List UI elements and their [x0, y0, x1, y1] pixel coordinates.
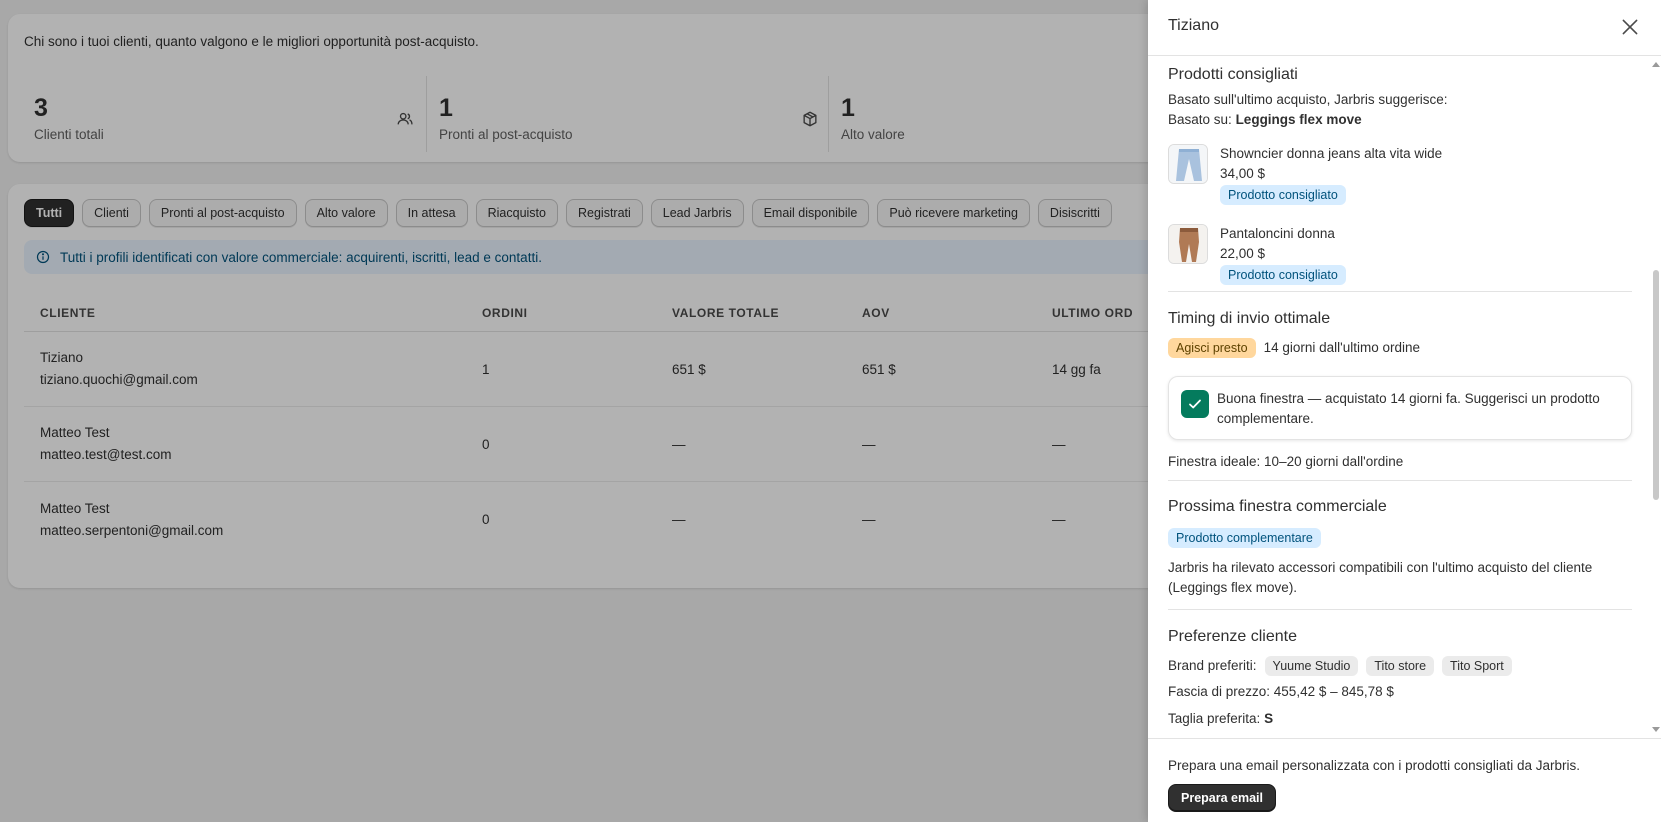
- shorts-image: [1169, 225, 1207, 263]
- preferences-heading: Preferenze cliente: [1168, 628, 1297, 645]
- customer-detail-drawer: Tiziano Prodotti consigliati Basato sull…: [1148, 0, 1661, 822]
- brand-tag: Yuume Studio: [1264, 656, 1359, 676]
- product-thumbnail: [1168, 224, 1208, 264]
- timing-card-text: Buona finestra — acquistato 14 giorni fa…: [1217, 391, 1600, 426]
- price-range: Fascia di prezzo: 455,42 $ – 845,78 $: [1168, 684, 1394, 699]
- recommended-section: Prodotti consigliati Basato sull'ultimo …: [1168, 66, 1632, 130]
- drawer-body[interactable]: Prodotti consigliati Basato sull'ultimo …: [1148, 56, 1661, 738]
- drawer-footer: Prepara una email personalizzata con i p…: [1148, 738, 1661, 822]
- brand-tag: Tito store: [1366, 656, 1435, 676]
- drawer-title: Tiziano: [1168, 17, 1219, 34]
- section-divider: [1168, 291, 1632, 292]
- recommended-subtitle: Basato sull'ultimo acquisto, Jarbris sug…: [1168, 92, 1448, 107]
- product-name: Showncier donna jeans alta vita wide: [1220, 146, 1443, 161]
- scroll-up-arrow[interactable]: [1652, 62, 1660, 67]
- close-icon[interactable]: [1619, 16, 1641, 38]
- timing-heading: Timing di invio ottimale: [1168, 310, 1331, 327]
- size-label: Taglia preferita:: [1168, 711, 1261, 726]
- section-divider: [1168, 480, 1632, 481]
- next-window-badge: Prodotto complementare: [1168, 528, 1321, 548]
- prepare-email-button[interactable]: Prepara email: [1168, 784, 1276, 812]
- ideal-window: Finestra ideale: 10–20 giorni dall'ordin…: [1168, 454, 1404, 469]
- preferences-section: Preferenze cliente Brand preferiti: Yuum…: [1168, 628, 1632, 729]
- size-value: S: [1264, 711, 1274, 726]
- based-on-value: Leggings flex move: [1235, 112, 1362, 127]
- drawer-header: Tiziano: [1148, 0, 1661, 56]
- recommended-heading: Prodotti consigliati: [1168, 66, 1298, 83]
- footer-text: Prepara una email personalizzata con i p…: [1168, 758, 1580, 773]
- brands-label: Brand preferiti:: [1168, 658, 1257, 673]
- next-window-text: Jarbris ha rilevato accessori compatibil…: [1168, 560, 1593, 595]
- section-divider: [1168, 609, 1632, 610]
- product-name: Pantaloncini donna: [1220, 226, 1335, 241]
- product-price: 22,00 $: [1220, 246, 1266, 261]
- jeans-image: [1169, 145, 1207, 183]
- timing-since: 14 giorni dall'ultimo ordine: [1263, 340, 1420, 355]
- next-window-heading: Prossima finestra commerciale: [1168, 498, 1387, 515]
- scrollbar[interactable]: [1653, 270, 1659, 500]
- based-on-label: Basato su:: [1168, 112, 1232, 127]
- product-price: 34,00 $: [1220, 166, 1266, 181]
- product-thumbnail: [1168, 144, 1208, 184]
- next-window-section: Prossima finestra commerciale Prodotto c…: [1168, 498, 1632, 598]
- brand-tag: Tito Sport: [1442, 656, 1512, 676]
- timing-badge: Agisci presto: [1168, 338, 1256, 358]
- check-icon: [1181, 390, 1209, 418]
- timing-card: Buona finestra — acquistato 14 giorni fa…: [1168, 376, 1632, 440]
- product-badge: Prodotto consigliato: [1220, 265, 1346, 285]
- product-badge: Prodotto consigliato: [1220, 185, 1346, 205]
- modal-backdrop[interactable]: [0, 0, 1148, 822]
- recommended-product[interactable]: Pantaloncini donna 22,00 $ Prodotto cons…: [1168, 224, 1632, 285]
- scroll-down-arrow[interactable]: [1652, 727, 1660, 732]
- timing-section: Timing di invio ottimale Agisci presto 1…: [1168, 310, 1632, 358]
- recommended-product[interactable]: Showncier donna jeans alta vita wide 34,…: [1168, 144, 1632, 205]
